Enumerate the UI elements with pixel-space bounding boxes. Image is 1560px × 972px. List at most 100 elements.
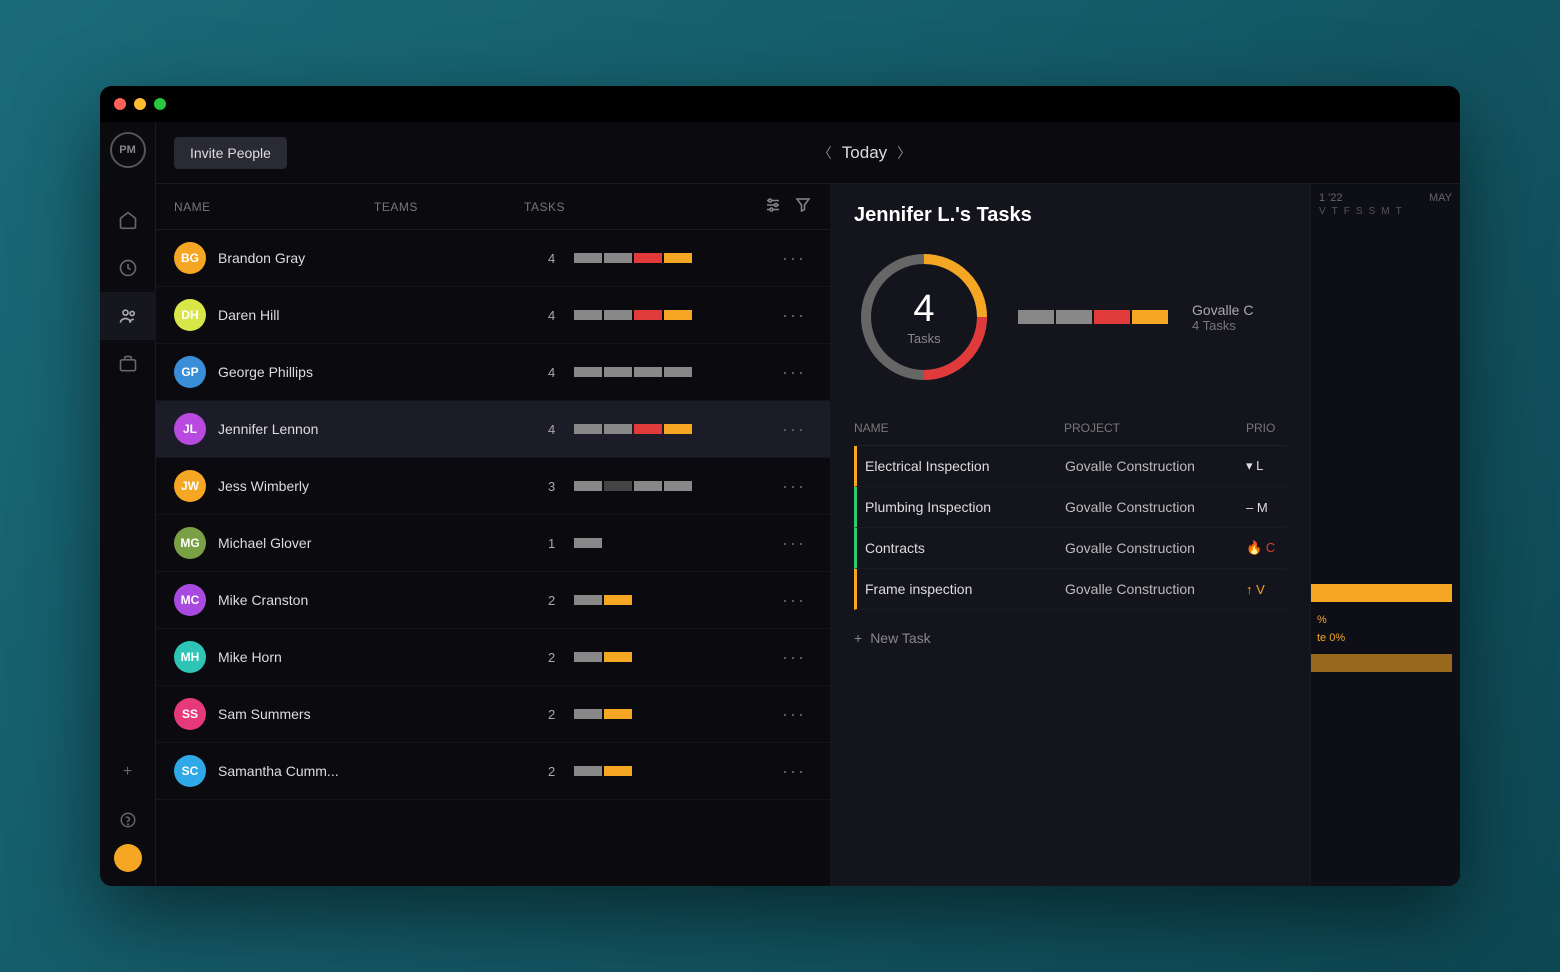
nav-projects[interactable] — [100, 340, 156, 388]
avatar: JL — [174, 413, 206, 445]
person-row[interactable]: MG Michael Glover 1 ··· — [156, 515, 830, 572]
person-row[interactable]: JL Jennifer Lennon 4 ··· — [156, 401, 830, 458]
person-row[interactable]: GP George Phillips 4 ··· — [156, 344, 830, 401]
app-window: PM + Invite People 〈 — [100, 86, 1460, 886]
tasks-donut-chart: 4 Tasks — [854, 247, 994, 387]
th-project: PROJECT — [1064, 421, 1246, 435]
person-row[interactable]: JW Jess Wimberly 3 ··· — [156, 458, 830, 515]
person-name: Mike Horn — [218, 649, 398, 665]
task-count: 2 — [548, 707, 562, 722]
task-row[interactable]: Contracts Govalle Construction 🔥 C — [854, 528, 1286, 569]
task-header: NAME PROJECT PRIO — [854, 411, 1286, 446]
person-name: Brandon Gray — [218, 250, 398, 266]
task-count: 2 — [548, 650, 562, 665]
nav-people[interactable] — [100, 292, 156, 340]
task-count: 1 — [548, 536, 562, 551]
task-name: Plumbing Inspection — [865, 499, 1065, 515]
status-bars — [574, 367, 692, 377]
status-bars — [574, 709, 632, 719]
tl-day: F — [1344, 206, 1350, 217]
task-name: Electrical Inspection — [865, 458, 1065, 474]
person-name: Michael Glover — [218, 535, 398, 551]
person-row[interactable]: SS Sam Summers 2 ··· — [156, 686, 830, 743]
gantt-bar-2[interactable] — [1311, 654, 1452, 672]
settings-icon[interactable] — [764, 196, 782, 217]
prev-day-icon[interactable]: 〈 — [818, 143, 832, 163]
task-project: Govalle Construction — [1065, 581, 1246, 597]
list-header: NAME TEAMS TASKS — [156, 184, 830, 230]
topbar: Invite People 〈 Today 〉 — [156, 122, 1460, 184]
invite-people-button[interactable]: Invite People — [174, 137, 287, 169]
task-project: Govalle Construction — [1065, 540, 1246, 556]
task-row[interactable]: Plumbing Inspection Govalle Construction… — [854, 487, 1286, 528]
nav-home[interactable] — [100, 196, 156, 244]
more-icon[interactable]: ··· — [776, 362, 812, 383]
more-icon[interactable]: ··· — [776, 590, 812, 611]
status-bars — [574, 766, 632, 776]
people-list: NAME TEAMS TASKS BG Brando — [156, 184, 830, 886]
task-row[interactable]: Electrical Inspection Govalle Constructi… — [854, 446, 1286, 487]
detail-status-bars — [1018, 310, 1168, 324]
person-name: Jennifer Lennon — [218, 421, 398, 437]
user-avatar[interactable] — [114, 844, 142, 872]
task-priority: 🔥 C — [1246, 540, 1286, 556]
detail-title: Jennifer L.'s Tasks — [854, 204, 1286, 227]
plus-icon: + — [854, 630, 862, 646]
col-name: NAME — [174, 200, 374, 214]
nav-add[interactable]: + — [100, 748, 156, 796]
more-icon[interactable]: ··· — [776, 533, 812, 554]
person-name: Daren Hill — [218, 307, 398, 323]
more-icon[interactable]: ··· — [776, 476, 812, 497]
person-row[interactable]: BG Brandon Gray 4 ··· — [156, 230, 830, 287]
tl-days: VTFSSMT — [1319, 206, 1452, 217]
nav-help[interactable] — [100, 796, 156, 844]
task-count: 4 — [548, 422, 562, 437]
task-name: Frame inspection — [865, 581, 1065, 597]
close-window-icon[interactable] — [114, 98, 126, 110]
status-bars — [574, 652, 632, 662]
task-priority: ↑ V — [1246, 582, 1286, 597]
task-priority: ▾ L — [1246, 458, 1286, 474]
more-icon[interactable]: ··· — [776, 305, 812, 326]
new-task-button[interactable]: + New Task — [854, 630, 1286, 646]
tl-day: V — [1319, 206, 1326, 217]
maximize-window-icon[interactable] — [154, 98, 166, 110]
app-logo[interactable]: PM — [110, 132, 146, 168]
task-name: Contracts — [865, 540, 1065, 556]
person-row[interactable]: SC Samantha Cumm... 2 ··· — [156, 743, 830, 800]
task-priority: – M — [1246, 500, 1286, 515]
more-icon[interactable]: ··· — [776, 647, 812, 668]
person-row[interactable]: MC Mike Cranston 2 ··· — [156, 572, 830, 629]
status-bars — [574, 538, 602, 548]
detail-project: Govalle C — [1192, 302, 1253, 318]
th-name: NAME — [854, 421, 1064, 435]
task-project: Govalle Construction — [1065, 458, 1246, 474]
avatar: JW — [174, 470, 206, 502]
filter-icon[interactable] — [794, 196, 812, 217]
person-name: George Phillips — [218, 364, 398, 380]
more-icon[interactable]: ··· — [776, 248, 812, 269]
date-nav: 〈 Today 〉 — [287, 143, 1442, 163]
today-label[interactable]: Today — [842, 143, 887, 163]
sidebar: PM + — [100, 122, 156, 886]
next-day-icon[interactable]: 〉 — [897, 143, 911, 163]
person-name: Sam Summers — [218, 706, 398, 722]
more-icon[interactable]: ··· — [776, 704, 812, 725]
donut-label: Tasks — [907, 331, 940, 346]
avatar: SS — [174, 698, 206, 730]
col-tasks: TASKS — [524, 200, 764, 214]
task-row[interactable]: Frame inspection Govalle Construction ↑ … — [854, 569, 1286, 610]
gantt-bar[interactable] — [1311, 584, 1452, 602]
task-count: 4 — [548, 251, 562, 266]
donut-count: 4 — [913, 288, 934, 331]
nav-recent[interactable] — [100, 244, 156, 292]
person-row[interactable]: DH Daren Hill 4 ··· — [156, 287, 830, 344]
minimize-window-icon[interactable] — [134, 98, 146, 110]
avatar: GP — [174, 356, 206, 388]
person-row[interactable]: MH Mike Horn 2 ··· — [156, 629, 830, 686]
more-icon[interactable]: ··· — [776, 419, 812, 440]
more-icon[interactable]: ··· — [776, 761, 812, 782]
gantt-pct: % — [1317, 614, 1327, 626]
person-name: Samantha Cumm... — [218, 763, 398, 779]
avatar: SC — [174, 755, 206, 787]
